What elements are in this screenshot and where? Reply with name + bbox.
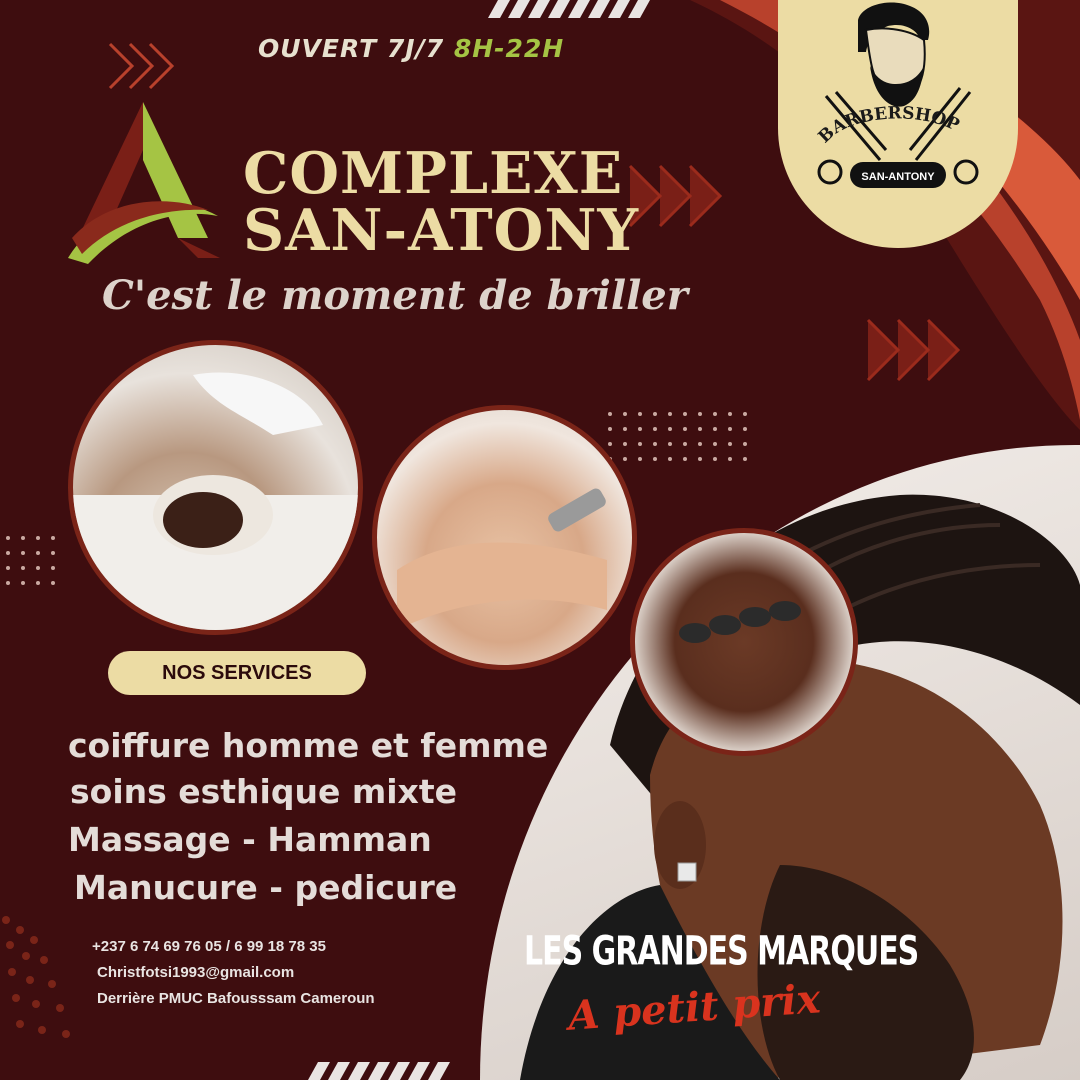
barber-head-icon: [858, 2, 930, 107]
contact-email: Christfotsi1993@gmail.com: [97, 964, 295, 981]
title-line-1: COMPLEXE: [243, 140, 624, 207]
service-item: Massage - Hamman: [68, 820, 432, 859]
page-title: COMPLEXE SAN-ATONY: [243, 145, 639, 259]
barbershop-name: SAN-ANTONY: [861, 171, 935, 183]
barbershop-logo: BARBERSHOP SAN-ANTONY: [815, 2, 979, 188]
massage-photo: [630, 528, 858, 756]
contact-address: Derrière PMUC Bafousssam Cameroun: [97, 990, 375, 1007]
service-item: soins esthique mixte: [70, 772, 457, 811]
title-line-2: SAN-ATONY: [243, 197, 640, 264]
services-heading: NOS SERVICES: [108, 651, 366, 695]
facial-treatment-photo: [68, 340, 363, 635]
logo-a-icon: [68, 102, 220, 264]
opening-time: 8H-22H: [453, 34, 565, 63]
opening-days: OUVERT 7J/7: [258, 34, 445, 63]
contact-phone: +237 6 74 69 76 05 / 6 99 18 78 35: [92, 938, 326, 955]
service-item: Manucure - pedicure: [74, 868, 458, 907]
promo-brands: LES GRANDES MARQUES: [524, 928, 919, 976]
manicure-photo: [372, 405, 637, 670]
tagline: C'est le moment de briller: [102, 272, 688, 319]
opening-hours: OUVERT 7J/7 8H-22H: [258, 34, 564, 63]
service-item: coiffure homme et femme: [68, 726, 549, 765]
